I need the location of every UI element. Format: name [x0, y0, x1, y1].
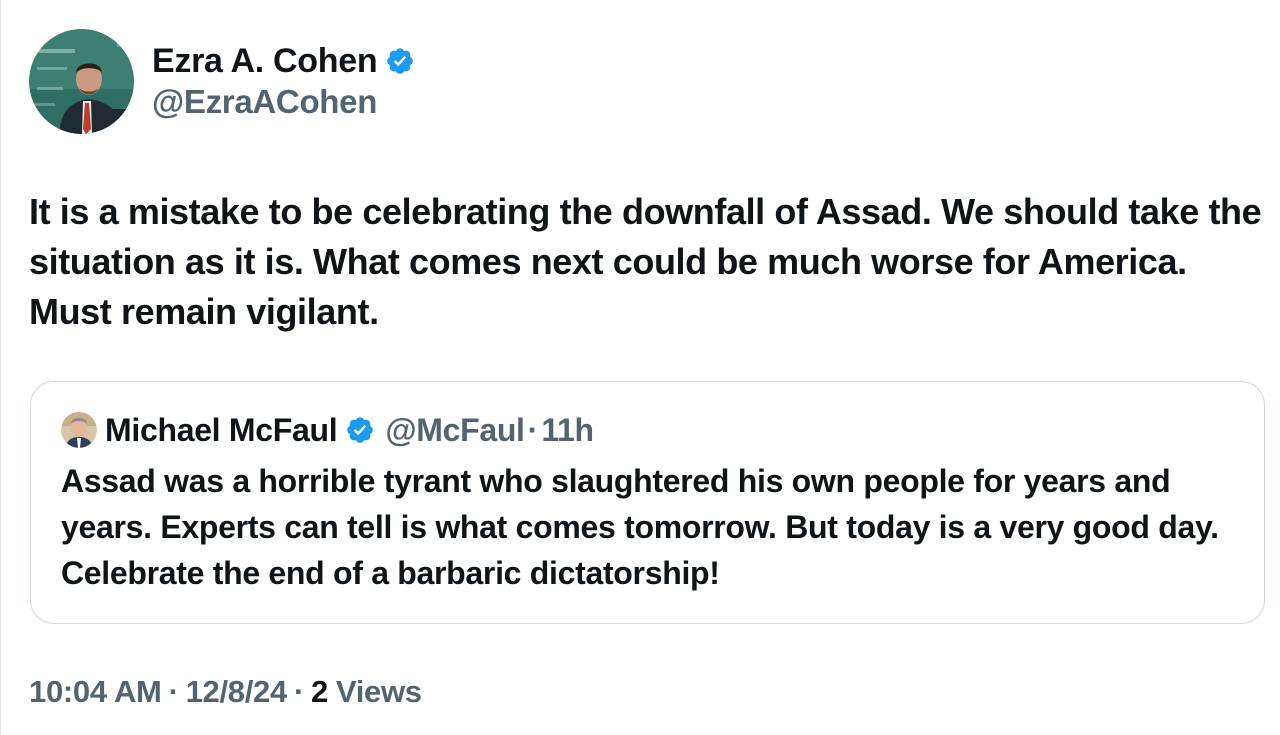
- quoted-timestamp[interactable]: 11h: [541, 412, 594, 449]
- quoted-author-display-name[interactable]: Michael McFaul: [105, 412, 338, 449]
- quoted-author-photo-icon: [61, 412, 97, 448]
- verified-badge-icon[interactable]: [385, 46, 415, 76]
- quoted-tweet-text: Assad was a horrible tyrant who slaughte…: [61, 463, 1219, 591]
- views-count: 2: [310, 674, 328, 709]
- meta-separator: ·: [168, 674, 179, 709]
- quoted-tweet-header: Michael McFaul @McFaul · 11h: [61, 410, 594, 450]
- tweet-text: It is a mistake to be celebrating the do…: [29, 191, 1262, 332]
- meta-separator: ·: [293, 674, 304, 709]
- author-handle[interactable]: @EzraACohen: [152, 83, 415, 121]
- author-photo-icon: [29, 28, 134, 134]
- author-display-name[interactable]: Ezra A. Cohen: [152, 42, 378, 81]
- tweet-author: Ezra A. Cohen @EzraACohen: [29, 28, 415, 134]
- tweet-metadata: 10:04 AM · 12/8/24 · 2 Views: [29, 670, 422, 714]
- quoted-tweet-card[interactable]: Michael McFaul @McFaul · 11h Assad was a…: [30, 381, 1265, 624]
- quoted-verified-badge-icon: [345, 415, 375, 445]
- views-label: Views: [335, 674, 422, 709]
- author-avatar[interactable]: [29, 28, 134, 134]
- quoted-author-avatar[interactable]: [61, 412, 97, 448]
- tweet-detail: Ezra A. Cohen @EzraACohen It is a mistak…: [0, 0, 1280, 735]
- quoted-author-handle[interactable]: @McFaul: [385, 412, 525, 449]
- tweet-time[interactable]: 10:04 AM: [29, 674, 162, 710]
- tweet-date[interactable]: 12/8/24: [186, 674, 288, 710]
- quoted-separator: ·: [527, 411, 539, 448]
